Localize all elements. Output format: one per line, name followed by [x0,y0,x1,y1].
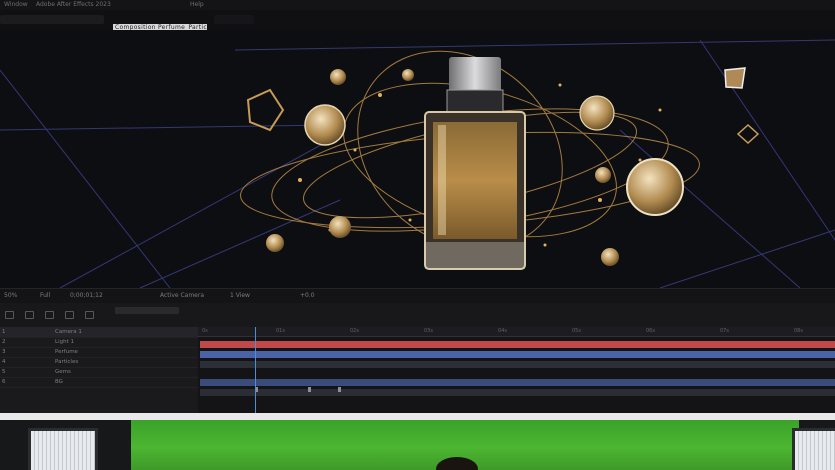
viewer-canvas [0,39,835,288]
tab-spacer [214,15,254,24]
layer-number: 2 [2,339,6,345]
layer-row[interactable]: 6 BG [0,377,198,388]
keyframe[interactable] [338,387,341,392]
section-divider [0,413,835,420]
graph-editor-icon[interactable] [85,311,94,319]
composition-viewer[interactable] [0,30,835,288]
ruler-label: 07s [720,328,729,334]
left-softbox-light [28,428,98,470]
layer-panel: 1 Camera 1 2 Light 1 3 Perfume 4 Particl… [0,327,199,413]
ruler-label: 08s [794,328,803,334]
ruler-label: 02s [350,328,359,334]
zoom-dropdown[interactable]: 50% [4,292,17,299]
work-area-bar[interactable] [115,307,179,314]
ruler-label: 05s [572,328,581,334]
layer-bar-perfume[interactable] [200,361,835,368]
layer-name[interactable]: Particles [55,359,78,365]
playhead[interactable] [255,327,256,413]
layer-number: 5 [2,369,6,375]
frame-blending-icon[interactable] [45,311,54,319]
camera-guide-lines [0,39,835,288]
view-layout-dropdown[interactable]: 1 View [230,292,250,299]
project-tab[interactable] [0,15,104,24]
ruler-label: 0s [202,328,208,334]
layer-name[interactable]: Perfume [55,349,78,355]
menu-item[interactable]: Help [190,1,204,8]
right-softbox-light [792,428,835,470]
camera-view-dropdown[interactable]: Active Camera [160,292,204,299]
composition-tab-bar: Composition Perfume_Particles [0,10,835,32]
layer-bar-particles[interactable] [200,379,835,386]
ruler-label: 04s [498,328,507,334]
layer-bar-light[interactable] [200,351,835,358]
layer-name[interactable]: Light 1 [55,339,74,345]
menu-item[interactable]: Window [4,1,28,8]
layer-number: 4 [2,359,6,365]
exposure-value[interactable]: +0.0 [300,292,315,299]
resolution-dropdown[interactable]: Full [40,292,50,299]
layer-number: 3 [2,349,6,355]
layer-name[interactable]: Camera 1 [55,329,82,335]
perfume-bottle [424,57,526,270]
layer-bar-gems[interactable] [200,389,835,396]
layer-number: 6 [2,379,6,385]
layer-name[interactable]: Gems [55,369,71,375]
shy-layers-icon[interactable] [25,311,34,319]
motion-blur-icon[interactable] [65,311,74,319]
menu-item[interactable]: Adobe After Effects 2023 [36,1,111,8]
timecode-display[interactable]: 0;00;01;12 [70,292,103,299]
search-icon[interactable] [5,311,14,319]
timeline-tracks[interactable]: 0s 01s 02s 03s 04s 05s 06s 07s 08s [198,327,835,413]
studio-photo [0,420,835,470]
ruler-label: 06s [646,328,655,334]
ruler-label: 03s [424,328,433,334]
ruler-label: 01s [276,328,285,334]
time-ruler[interactable]: 0s 01s 02s 03s 04s 05s 06s 07s 08s [198,327,835,337]
timeline-toolbar [0,303,835,327]
keyframe[interactable] [308,387,311,392]
layer-number: 1 [2,329,6,335]
viewer-status-bar: 50% Full 0;00;01;12 Active Camera 1 View… [0,288,835,303]
layer-bar-camera[interactable] [200,341,835,348]
layer-name[interactable]: BG [55,379,63,385]
